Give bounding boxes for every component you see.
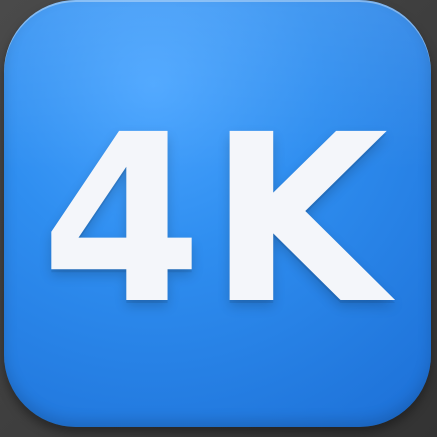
4k-app-icon[interactable]: 4K — [4, 0, 431, 427]
icon-canvas: 4K — [0, 0, 437, 437]
icon-label: 4K — [40, 85, 395, 355]
